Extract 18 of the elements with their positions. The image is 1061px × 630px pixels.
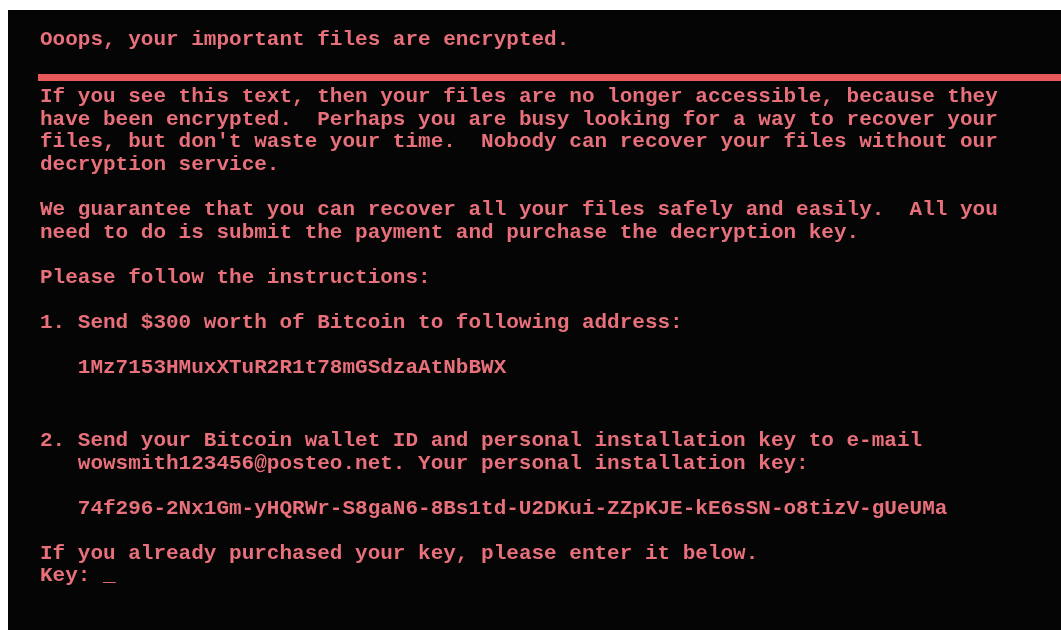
text-line: files, but don't waste your time. Nobody can recover your files without our	[40, 131, 998, 154]
key-label: Key:	[40, 565, 91, 589]
text-line: Send $300 worth of Bitcoin to following address:	[77, 312, 683, 335]
text-line: decryption service.	[40, 153, 280, 177]
code-text: 74f296-2Nx1Gm-yHQRWr-S8gaN6-8Bs1td-U2DKui-ZZpKJE-kE6sSN-o8tizV-gUeUMa	[77, 497, 948, 521]
step-number: 1.	[40, 312, 67, 335]
text-line: wowsmith123456@posteo.net. Your personal installation key:	[77, 452, 809, 476]
text-line: If you see this text, then your files are no longer accessible, because they	[40, 86, 998, 109]
key-input-field[interactable]: _	[103, 565, 116, 589]
message-heading: Ooops, your important files are encrypted.	[40, 29, 570, 52]
text-line: have been encrypted. Perhaps you are busy looking for a way to recover your	[40, 108, 998, 132]
code-text: 1Mz7153HMuxXTuR2R1t78mGSdzaAtNbBWX	[77, 357, 507, 380]
text-line: need to do is submit the payment and purchase the decryption key.	[40, 221, 860, 245]
text-line: Send your Bitcoin wallet ID and personal installation key to e-mail	[77, 429, 923, 453]
text-line: If you already purchased your key, please enter it below.	[40, 542, 759, 566]
text-line: We guarantee that you can recover all your files safely and easily. All you	[40, 199, 998, 222]
step-number: 2.	[40, 429, 67, 453]
text-line: Please follow the instructions:	[40, 266, 431, 290]
